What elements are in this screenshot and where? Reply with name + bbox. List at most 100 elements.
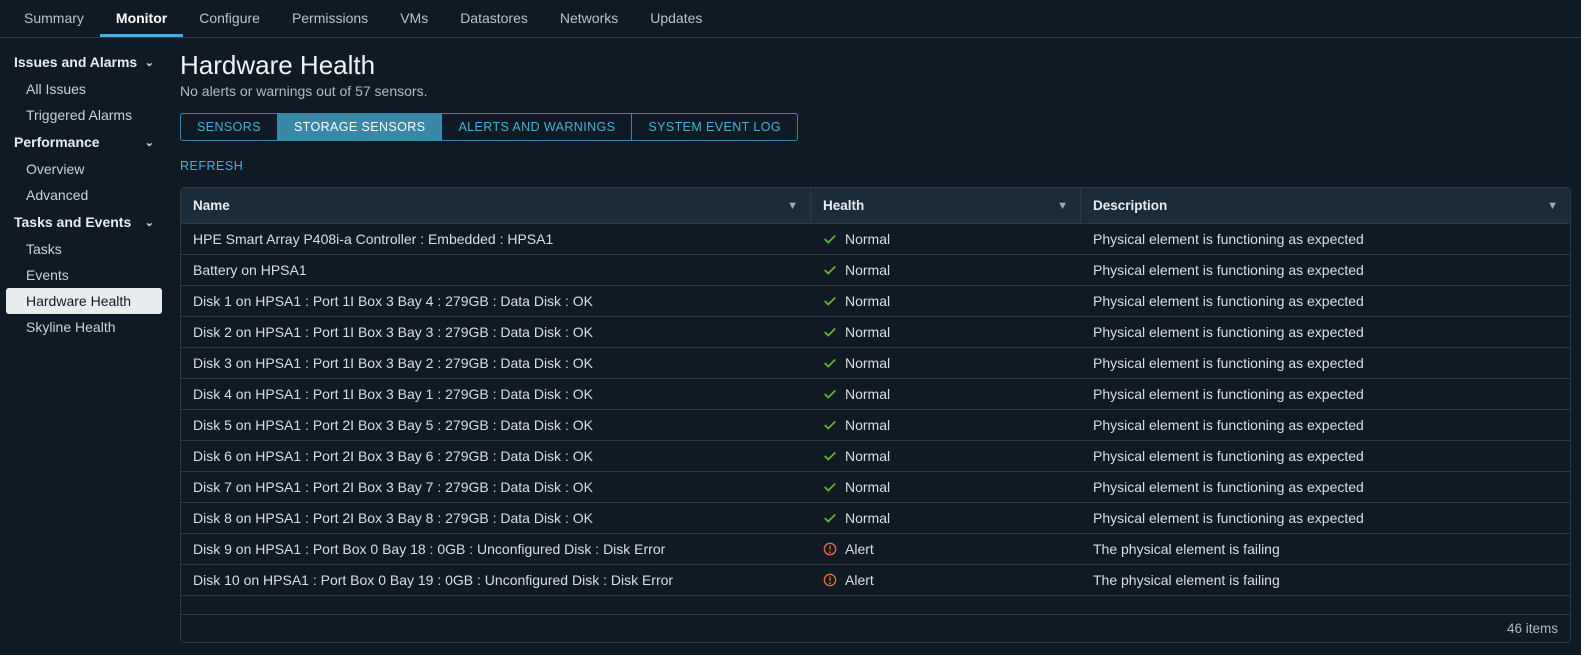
cell-health: Normal [811,317,1081,347]
sidebar-item[interactable]: Overview [6,156,162,182]
table-row[interactable]: Disk 4 on HPSA1 : Port 1I Box 3 Bay 1 : … [181,379,1570,410]
sensor-table: Name ▼ Health ▼ Description ▼ HPE Smart … [180,187,1571,643]
sidebar-item[interactable]: Skyline Health [6,314,162,340]
health-text: Normal [845,231,890,247]
topnav-networks[interactable]: Networks [544,0,634,37]
check-icon [823,294,837,308]
sidebar-item[interactable]: Events [6,262,162,288]
cell-description: Physical element is functioning as expec… [1081,317,1570,347]
cell-name: Disk 1 on HPSA1 : Port 1I Box 3 Bay 4 : … [181,286,811,316]
health-text: Normal [845,262,890,278]
column-health[interactable]: Health ▼ [811,188,1081,223]
table-body: HPE Smart Array P408i-a Controller : Emb… [181,224,1570,614]
cell-name: Disk 10 on HPSA1 : Port Box 0 Bay 19 : 0… [181,565,811,595]
sidebar-item[interactable]: All Issues [6,76,162,102]
subtab[interactable]: SYSTEM EVENT LOG [632,114,797,140]
subtab[interactable]: STORAGE SENSORS [278,114,443,140]
health-text: Normal [845,355,890,371]
cell-description: Physical element is functioning as expec… [1081,224,1570,254]
column-name-label: Name [193,198,230,213]
table-row[interactable]: Disk 7 on HPSA1 : Port 2I Box 3 Bay 7 : … [181,472,1570,503]
health-text: Normal [845,293,890,309]
sidebar-group[interactable]: Issues and Alarms ⌄ [6,48,162,76]
cell-name: Disk 7 on HPSA1 : Port 2I Box 3 Bay 7 : … [181,472,811,502]
sidebar-item[interactable]: Triggered Alarms [6,102,162,128]
cell-health: Normal [811,286,1081,316]
health-text: Normal [845,324,890,340]
cell-description: The physical element is failing [1081,534,1570,564]
check-icon [823,263,837,277]
check-icon [823,480,837,494]
cell-health: Normal [811,503,1081,533]
cell-description: Physical element is functioning as expec… [1081,503,1570,533]
topnav-datastores[interactable]: Datastores [444,0,544,37]
filter-icon[interactable]: ▼ [1547,200,1558,212]
column-description-label: Description [1093,198,1167,213]
topnav-monitor[interactable]: Monitor [100,0,183,37]
cell-health: Alert [811,534,1081,564]
filter-icon[interactable]: ▼ [787,200,798,212]
sidebar-group-label: Performance [14,134,100,150]
topnav-updates[interactable]: Updates [634,0,718,37]
subtab[interactable]: SENSORS [181,114,278,140]
sidebar-item[interactable]: Hardware Health [6,288,162,314]
subtabs: SENSORSSTORAGE SENSORSALERTS AND WARNING… [180,113,798,141]
health-text: Normal [845,479,890,495]
topnav-summary[interactable]: Summary [8,0,100,37]
subtab[interactable]: ALERTS AND WARNINGS [442,114,632,140]
table-row[interactable]: Disk 8 on HPSA1 : Port 2I Box 3 Bay 8 : … [181,503,1570,534]
topnav: SummaryMonitorConfigurePermissionsVMsDat… [0,0,1581,38]
cell-name: Disk 6 on HPSA1 : Port 2I Box 3 Bay 6 : … [181,441,811,471]
table-row[interactable]: Disk 10 on HPSA1 : Port Box 0 Bay 19 : 0… [181,565,1570,596]
topnav-configure[interactable]: Configure [183,0,276,37]
main: Hardware Health No alerts or warnings ou… [168,38,1581,655]
sidebar-item[interactable]: Advanced [6,182,162,208]
cell-name: Disk 5 on HPSA1 : Port 2I Box 3 Bay 5 : … [181,410,811,440]
check-icon [823,449,837,463]
cell-name: Disk 2 on HPSA1 : Port 1I Box 3 Bay 3 : … [181,317,811,347]
sidebar-group-label: Tasks and Events [14,214,131,230]
cell-health: Normal [811,410,1081,440]
table-header: Name ▼ Health ▼ Description ▼ [181,188,1570,224]
cell-description: Physical element is functioning as expec… [1081,348,1570,378]
sidebar-group-label: Issues and Alarms [14,54,137,70]
table-row[interactable]: Disk 3 on HPSA1 : Port 1I Box 3 Bay 2 : … [181,348,1570,379]
sidebar-group[interactable]: Performance⌄ [6,128,162,156]
cell-health: Normal [811,348,1081,378]
cell-name: Disk 3 on HPSA1 : Port 1I Box 3 Bay 2 : … [181,348,811,378]
table-row[interactable]: Disk 5 on HPSA1 : Port 2I Box 3 Bay 5 : … [181,410,1570,441]
cell-name: Disk 4 on HPSA1 : Port 1I Box 3 Bay 1 : … [181,379,811,409]
column-description[interactable]: Description ▼ [1081,188,1570,223]
page-title: Hardware Health [180,50,1571,81]
filter-icon[interactable]: ▼ [1057,200,1068,212]
cell-description: Physical element is functioning as expec… [1081,286,1570,316]
chevron-down-icon: ⌄ [145,56,154,69]
table-row[interactable]: Disk 1 on HPSA1 : Port 1I Box 3 Bay 4 : … [181,286,1570,317]
health-text: Alert [845,572,874,588]
table-row[interactable]: HPE Smart Array P408i-a Controller : Emb… [181,224,1570,255]
sidebar-group[interactable]: Tasks and Events ⌄ [6,208,162,236]
cell-name: Disk 9 on HPSA1 : Port Box 0 Bay 18 : 0G… [181,534,811,564]
table-row[interactable]: Disk 2 on HPSA1 : Port 1I Box 3 Bay 3 : … [181,317,1570,348]
check-icon [823,511,837,525]
alert-icon [823,573,837,587]
cell-health: Normal [811,379,1081,409]
page-subtitle: No alerts or warnings out of 57 sensors. [180,83,1571,99]
refresh-link[interactable]: REFRESH [180,159,1571,173]
topnav-permissions[interactable]: Permissions [276,0,384,37]
sidebar-item[interactable]: Tasks [6,236,162,262]
table-row[interactable]: Disk 9 on HPSA1 : Port Box 0 Bay 18 : 0G… [181,534,1570,565]
topnav-vms[interactable]: VMs [384,0,444,37]
table-footer: 46 items [181,614,1570,642]
column-name[interactable]: Name ▼ [181,188,811,223]
cell-health: Alert [811,565,1081,595]
table-row[interactable]: Battery on HPSA1NormalPhysical element i… [181,255,1570,286]
chevron-down-icon: ⌄ [145,216,154,229]
health-text: Normal [845,386,890,402]
column-health-label: Health [823,198,864,213]
check-icon [823,387,837,401]
check-icon [823,232,837,246]
cell-description: Physical element is functioning as expec… [1081,441,1570,471]
table-row[interactable]: Disk 6 on HPSA1 : Port 2I Box 3 Bay 6 : … [181,441,1570,472]
cell-description: Physical element is functioning as expec… [1081,410,1570,440]
